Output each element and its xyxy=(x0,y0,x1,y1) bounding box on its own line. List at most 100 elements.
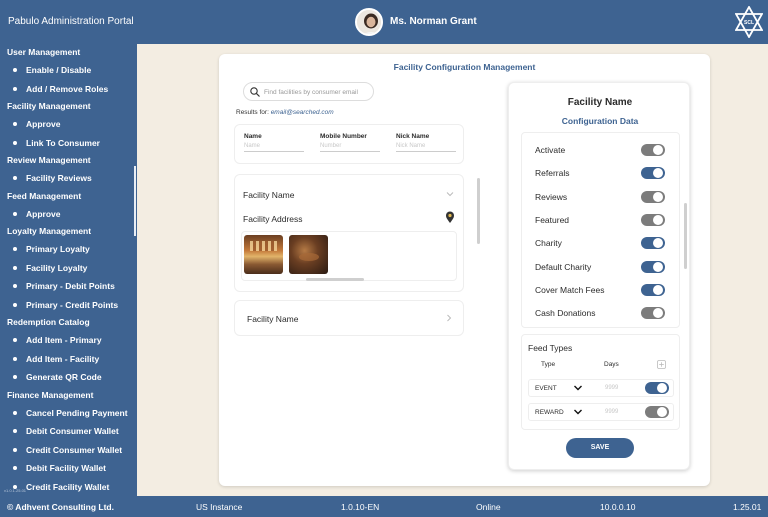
feed-type-select-value[interactable]: REWARD xyxy=(535,409,564,416)
sidebar-item-add-item-primary[interactable]: Add Item - Primary xyxy=(0,331,137,350)
facility-name: Facility Name xyxy=(243,190,295,200)
consumer-mobile-field: Mobile Number Number xyxy=(320,133,380,152)
consumer-name-field: Name Name xyxy=(244,133,304,152)
feed-types-title: Feed Types xyxy=(528,343,573,353)
search-box[interactable] xyxy=(243,82,374,101)
facility-card-expanded[interactable]: Facility Name Facility Address xyxy=(234,174,464,292)
results-label: Results for: xyxy=(236,109,269,116)
sidebar-item-primary-debit-points[interactable]: Primary - Debit Points xyxy=(0,277,137,296)
sidebar-item-feed-approve[interactable]: Approve xyxy=(0,205,137,224)
facility-list-scrollbar[interactable] xyxy=(477,178,480,244)
user-avatar[interactable] xyxy=(355,8,383,36)
chevron-down-icon[interactable] xyxy=(573,384,583,392)
toggle-label: Charity xyxy=(535,238,562,248)
sidebar-item-link-to-consumer[interactable]: Link To Consumer xyxy=(0,134,137,153)
build-number: 1.25.01 xyxy=(733,502,762,512)
chevron-down-icon[interactable] xyxy=(445,189,455,199)
facility-card-collapsed[interactable]: Facility Name xyxy=(234,300,464,336)
consumer-nickname-field: Nick Name Nick Name xyxy=(396,133,456,152)
sidebar-item-debit-consumer-wallet[interactable]: Debit Consumer Wallet xyxy=(0,422,137,441)
featured-toggle[interactable] xyxy=(641,214,665,226)
location-pin-icon[interactable] xyxy=(445,211,455,224)
search-input[interactable] xyxy=(264,86,368,98)
sidebar-item-enable-disable[interactable]: Enable / Disable xyxy=(0,61,137,80)
status-footer: © Adhvent Consulting Ltd. US Instance 1.… xyxy=(0,496,768,517)
feed-days-header: Days xyxy=(604,361,619,368)
sidebar-item-generate-qr-code[interactable]: Generate QR Code xyxy=(0,368,137,387)
feed-type-select-value[interactable]: EVENT xyxy=(535,385,557,392)
reviews-toggle[interactable] xyxy=(641,191,665,203)
referrals-toggle[interactable] xyxy=(641,167,665,179)
toggle-row-activate: Activate xyxy=(522,139,681,159)
sidebar-section-finance-management[interactable]: Finance Management xyxy=(0,387,137,404)
feed-row-reward: REWARD 9999 xyxy=(528,403,674,421)
sidebar-item-credit-consumer-wallet[interactable]: Credit Consumer Wallet xyxy=(0,441,137,460)
sidebar-item-cancel-pending-payment[interactable]: Cancel Pending Payment xyxy=(0,404,137,423)
mobile-value: Number xyxy=(320,143,380,152)
save-button[interactable]: SAVE xyxy=(566,438,634,458)
toggle-row-cash-donations: Cash Donations xyxy=(522,302,681,322)
facility-photo[interactable] xyxy=(244,235,283,274)
results-line: Results for: email@searched.com xyxy=(236,109,334,116)
activate-toggle[interactable] xyxy=(641,144,665,156)
config-subtitle: Configuration Data xyxy=(561,116,639,126)
cash-donations-toggle[interactable] xyxy=(641,307,665,319)
sidebar-section-facility-management[interactable]: Facility Management xyxy=(0,98,137,115)
toggle-row-charity: Charity xyxy=(522,232,681,252)
sidebar-item-debit-facility-wallet[interactable]: Debit Facility Wallet xyxy=(0,459,137,478)
sidebar-section-feed-management[interactable]: Feed Management xyxy=(0,188,137,205)
feed-days-input[interactable]: 9999 xyxy=(605,409,618,415)
config-toggles-list: Activate Referrals Reviews Featured Char… xyxy=(521,132,680,328)
sidebar-item-facility-reviews[interactable]: Facility Reviews xyxy=(0,169,137,188)
facility-photo[interactable] xyxy=(289,235,328,274)
sidebar-item-facility-loyalty[interactable]: Facility Loyalty xyxy=(0,259,137,278)
chevron-down-icon[interactable] xyxy=(573,408,583,416)
facility-address: Facility Address xyxy=(243,214,303,224)
toggle-label: Default Charity xyxy=(535,262,592,272)
toggle-row-cover-match-fees: Cover Match Fees xyxy=(522,279,681,299)
avatar-image xyxy=(357,10,381,34)
sidebar-section-review-management[interactable]: Review Management xyxy=(0,152,137,169)
feed-days-input[interactable]: 9999 xyxy=(605,385,618,391)
sidebar-section-loyalty-management[interactable]: Loyalty Management xyxy=(0,223,137,240)
logo-text: SCL xyxy=(744,20,754,26)
feed-event-toggle[interactable] xyxy=(645,382,669,394)
sidebar-item-primary-credit-points[interactable]: Primary - Credit Points xyxy=(0,296,137,315)
nickname-label: Nick Name xyxy=(396,133,430,140)
feed-reward-toggle[interactable] xyxy=(645,406,669,418)
consumer-info-box: Name Name Mobile Number Number Nick Name… xyxy=(234,124,464,164)
toggle-label: Cover Match Fees xyxy=(535,285,605,295)
portal-title: Pabulo Administration Portal xyxy=(8,16,134,27)
copyright-text: © Adhvent Consulting Ltd. xyxy=(7,502,114,512)
instance-label: US Instance xyxy=(196,502,243,512)
photos-scrollbar[interactable] xyxy=(306,278,364,281)
feed-row-event: EVENT 9999 xyxy=(528,379,674,397)
sidebar-section-redemption-catalog[interactable]: Redemption Catalog xyxy=(0,314,137,331)
add-feed-type-icon[interactable] xyxy=(657,360,666,369)
default-charity-toggle[interactable] xyxy=(641,261,665,273)
top-header: Pabulo Administration Portal Ms. Norman … xyxy=(0,0,768,44)
sidebar-menu: User Management Enable / Disable Add / R… xyxy=(0,44,137,496)
sidebar-section-user-management[interactable]: User Management xyxy=(0,44,137,61)
sidebar-item-facility-approve[interactable]: Approve xyxy=(0,115,137,134)
feed-types-box: Feed Types Type Days EVENT 9999 REWARD 9… xyxy=(521,334,680,430)
toggle-row-default-charity: Default Charity xyxy=(522,256,681,276)
toggle-row-referrals: Referrals xyxy=(522,162,681,182)
sidebar-scrollbar[interactable] xyxy=(134,166,136,236)
facility-config-panel: Facility Configuration Management Result… xyxy=(219,54,710,486)
sidebar-item-add-remove-roles[interactable]: Add / Remove Roles xyxy=(0,80,137,99)
sidebar-item-credit-facility-wallet[interactable]: Credit Facility Wallet xyxy=(0,478,137,497)
sidebar-item-primary-loyalty[interactable]: Primary Loyalty xyxy=(0,240,137,259)
chevron-right-icon[interactable] xyxy=(444,313,454,323)
app-version: 1.0.10-EN xyxy=(341,502,380,512)
toggle-label: Cash Donations xyxy=(535,308,596,318)
name-label: Name xyxy=(244,133,262,140)
charity-toggle[interactable] xyxy=(641,237,665,249)
config-scrollbar[interactable] xyxy=(684,203,687,269)
cover-match-fees-toggle[interactable] xyxy=(641,284,665,296)
sidebar-item-add-item-facility[interactable]: Add Item - Facility xyxy=(0,350,137,369)
user-name: Ms. Norman Grant xyxy=(390,16,477,27)
sidebar-version: v1.0.1.25.01 xyxy=(4,488,27,493)
connection-status: Online xyxy=(476,502,501,512)
name-value: Name xyxy=(244,143,304,152)
